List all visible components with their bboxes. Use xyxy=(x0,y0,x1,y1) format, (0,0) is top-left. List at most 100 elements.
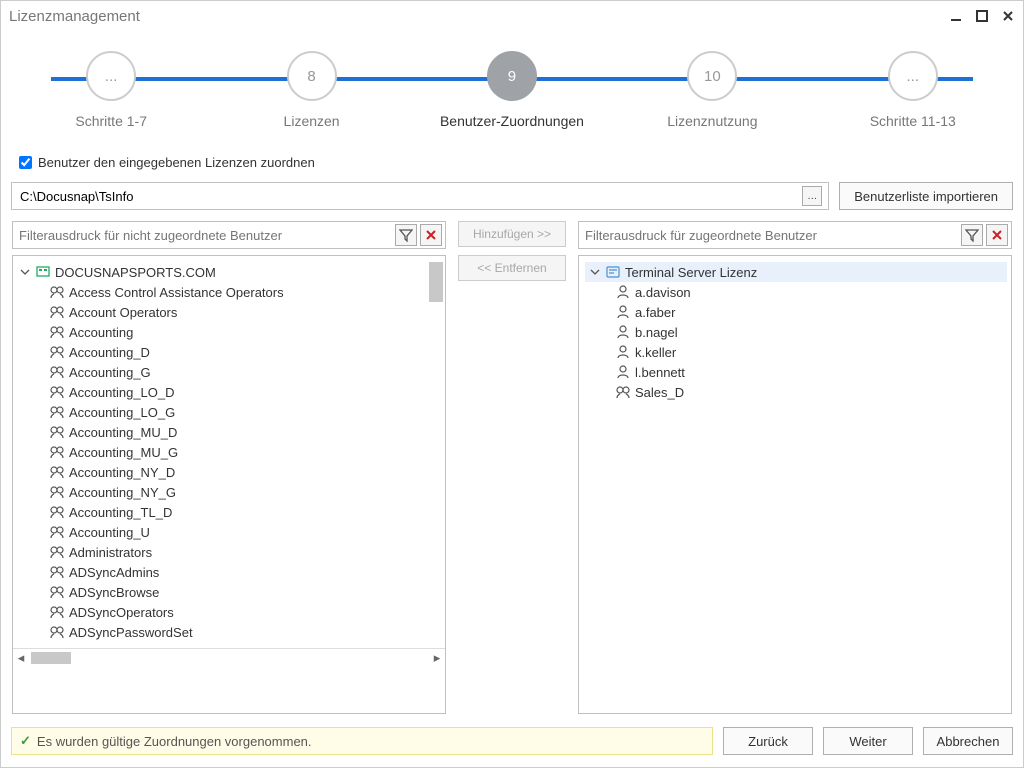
path-input[interactable] xyxy=(18,188,798,205)
group-icon xyxy=(49,544,65,560)
tree-item[interactable]: Accounting_D xyxy=(19,342,441,362)
hscroll-thumb[interactable] xyxy=(31,652,71,664)
tree-item[interactable]: Accounting_LO_G xyxy=(19,402,441,422)
tree-item-label: ADSyncPasswordSet xyxy=(69,625,193,640)
add-button[interactable]: Hinzufügen >> xyxy=(458,221,566,247)
tree-item-label: Accounting_LO_G xyxy=(69,405,175,420)
right-filter-input[interactable] xyxy=(579,228,961,243)
user-icon xyxy=(615,364,631,380)
group-icon xyxy=(49,304,65,320)
tree-item[interactable]: Administrators xyxy=(19,542,441,562)
assign-checkbox-row[interactable]: Benutzer den eingegebenen Lizenzen zuord… xyxy=(15,153,1013,172)
status-bar: ✓ Es wurden gültige Zuordnungen vorgenom… xyxy=(11,727,713,755)
right-filter-funnel-button[interactable] xyxy=(961,224,983,246)
right-filter-clear-button[interactable] xyxy=(986,224,1008,246)
group-icon xyxy=(49,584,65,600)
hscroll-left-arrow[interactable]: ◂ xyxy=(13,650,29,666)
browse-button[interactable]: … xyxy=(802,186,822,206)
left-tree-scrollbar-thumb[interactable] xyxy=(429,262,443,302)
add-button-label: Hinzufügen >> xyxy=(473,227,551,241)
check-icon: ✓ xyxy=(20,733,31,749)
import-userlist-button[interactable]: Benutzerliste importieren xyxy=(839,182,1013,210)
step-circle: 8 xyxy=(287,51,337,101)
tree-item[interactable]: ADSyncOperators xyxy=(19,602,441,622)
tree-item[interactable]: ADSyncAdmins xyxy=(19,562,441,582)
window-title: Lizenzmanagement xyxy=(9,8,140,25)
minimize-button[interactable] xyxy=(949,9,963,23)
funnel-icon xyxy=(965,228,979,242)
step[interactable]: ... Schritte 1-7 xyxy=(21,41,201,129)
path-field: … xyxy=(11,182,829,210)
cancel-button[interactable]: Abbrechen xyxy=(923,727,1013,755)
group-icon xyxy=(49,444,65,460)
left-filter-funnel-button[interactable] xyxy=(395,224,417,246)
tree-item[interactable]: ADSyncBrowse xyxy=(19,582,441,602)
tree-item-label: Administrators xyxy=(69,545,152,560)
remove-button-label: << Entfernen xyxy=(477,261,546,275)
hscroll-right-arrow[interactable]: ▸ xyxy=(429,650,445,666)
group-icon xyxy=(49,564,65,580)
left-tree[interactable]: DOCUSNAPSPORTS.COM Access Control Assist… xyxy=(12,255,446,714)
next-button[interactable]: Weiter xyxy=(823,727,913,755)
tree-item[interactable]: k.keller xyxy=(585,342,1007,362)
tree-item[interactable]: Accounting_U xyxy=(19,522,441,542)
step[interactable]: 9 Benutzer-Zuordnungen xyxy=(422,41,602,129)
tree-item-label: Accounting_NY_D xyxy=(69,465,175,480)
right-tree[interactable]: Terminal Server Lizenz a.davison a.faber… xyxy=(578,255,1012,714)
user-icon xyxy=(615,284,631,300)
tree-item-label: Accounting xyxy=(69,325,133,340)
tree-item[interactable]: Accounting_G xyxy=(19,362,441,382)
group-icon xyxy=(49,524,65,540)
step[interactable]: ... Schritte 11-13 xyxy=(823,41,1003,129)
tree-item[interactable]: a.faber xyxy=(585,302,1007,322)
back-button[interactable]: Zurück xyxy=(723,727,813,755)
left-filter-clear-button[interactable] xyxy=(420,224,442,246)
group-icon xyxy=(49,404,65,420)
tree-item[interactable]: ADSyncPasswordSet xyxy=(19,622,441,642)
assign-checkbox[interactable] xyxy=(19,156,32,169)
expander-icon[interactable] xyxy=(19,266,31,278)
tree-item-label: a.davison xyxy=(635,285,691,300)
expander-icon[interactable] xyxy=(589,266,601,278)
tree-item-label: l.bennett xyxy=(635,365,685,380)
tree-item[interactable]: Accounting_MU_D xyxy=(19,422,441,442)
step[interactable]: 10 Lizenznutzung xyxy=(622,41,802,129)
tree-item[interactable]: a.davison xyxy=(585,282,1007,302)
back-button-label: Zurück xyxy=(748,734,788,749)
tree-item[interactable]: b.nagel xyxy=(585,322,1007,342)
tree-item-label: Accounting_LO_D xyxy=(69,385,175,400)
funnel-icon xyxy=(399,228,413,242)
tree-item-label: k.keller xyxy=(635,345,676,360)
next-button-label: Weiter xyxy=(849,734,886,749)
tree-item-label: Access Control Assistance Operators xyxy=(69,285,284,300)
tree-root[interactable]: Terminal Server Lizenz xyxy=(585,262,1007,282)
tree-item[interactable]: Accounting_LO_D xyxy=(19,382,441,402)
tree-item[interactable]: Accounting xyxy=(19,322,441,342)
ellipsis-icon: … xyxy=(807,191,817,202)
tree-item[interactable]: l.bennett xyxy=(585,362,1007,382)
tree-item[interactable]: Sales_D xyxy=(585,382,1007,402)
tree-item-label: Sales_D xyxy=(635,385,684,400)
close-button[interactable] xyxy=(1001,9,1015,23)
tree-item[interactable]: Accounting_MU_G xyxy=(19,442,441,462)
tree-item[interactable]: Account Operators xyxy=(19,302,441,322)
maximize-button[interactable] xyxy=(975,9,989,23)
tree-item[interactable]: Accounting_TL_D xyxy=(19,502,441,522)
left-tree-hscrollbar[interactable]: ◂ ▸ xyxy=(13,648,445,666)
tree-item[interactable]: Access Control Assistance Operators xyxy=(19,282,441,302)
clear-x-icon xyxy=(990,228,1004,242)
tree-item[interactable]: Accounting_NY_D xyxy=(19,462,441,482)
title-bar: Lizenzmanagement xyxy=(1,1,1023,31)
left-filter-input[interactable] xyxy=(13,228,395,243)
step-label: Benutzer-Zuordnungen xyxy=(440,113,584,129)
clear-x-icon xyxy=(424,228,438,242)
remove-button[interactable]: << Entfernen xyxy=(458,255,566,281)
group-icon xyxy=(49,344,65,360)
tree-item-label: ADSyncAdmins xyxy=(69,565,159,580)
tree-root[interactable]: DOCUSNAPSPORTS.COM xyxy=(19,262,441,282)
tree-item[interactable]: Accounting_NY_G xyxy=(19,482,441,502)
status-text: Es wurden gültige Zuordnungen vorgenomme… xyxy=(37,734,312,749)
group-icon xyxy=(49,424,65,440)
tree-item-label: a.faber xyxy=(635,305,675,320)
step[interactable]: 8 Lizenzen xyxy=(222,41,402,129)
